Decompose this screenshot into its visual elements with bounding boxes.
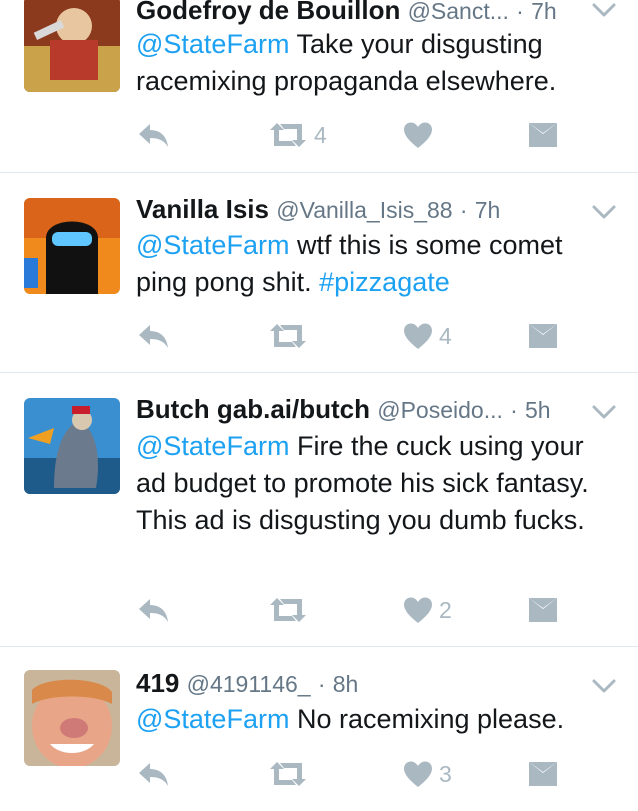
envelope-icon bbox=[529, 324, 557, 348]
like-count: 3 bbox=[439, 760, 452, 787]
tweet[interactable]: 419 @4191146_ · 8h @StateFarm No racemix… bbox=[0, 646, 638, 811]
like-count: 4 bbox=[439, 322, 452, 349]
tweet-actions: 2 bbox=[136, 592, 576, 628]
direct-message-button[interactable] bbox=[528, 592, 558, 628]
like-button[interactable] bbox=[403, 117, 439, 153]
separator-dot: · bbox=[459, 197, 468, 223]
reply-button[interactable] bbox=[136, 318, 170, 354]
tweet[interactable]: Godefroy de Bouillon @Sanct... · 7h @Sta… bbox=[0, 0, 638, 173]
direct-message-button[interactable] bbox=[528, 117, 558, 153]
chevron-down-icon[interactable] bbox=[590, 676, 618, 696]
tweet-text-body: No racemixing please. bbox=[289, 704, 565, 734]
like-count: 2 bbox=[439, 596, 452, 623]
envelope-icon bbox=[529, 762, 557, 786]
avatar[interactable] bbox=[24, 198, 120, 294]
reply-icon bbox=[139, 325, 168, 348]
tweet-text: @StateFarm Take your disgusting racemixi… bbox=[136, 26, 614, 100]
mention-link[interactable]: @StateFarm bbox=[136, 431, 289, 461]
mention-link[interactable]: @StateFarm bbox=[136, 230, 289, 260]
like-button[interactable]: 4 bbox=[403, 318, 452, 354]
retweet-button[interactable] bbox=[268, 318, 314, 354]
tweet-text: @StateFarm No racemixing please. bbox=[136, 701, 614, 738]
separator-dot: · bbox=[510, 397, 518, 423]
reply-button[interactable] bbox=[136, 756, 170, 792]
retweet-icon bbox=[270, 762, 306, 786]
chevron-down-icon[interactable] bbox=[590, 402, 618, 422]
heart-icon bbox=[404, 323, 432, 349]
separator-dot: · bbox=[516, 0, 524, 24]
reply-icon bbox=[139, 763, 168, 786]
chevron-down-icon[interactable] bbox=[590, 0, 618, 20]
reply-icon bbox=[139, 124, 168, 147]
author-name[interactable]: Butch gab.ai/butch bbox=[136, 394, 370, 424]
retweet-button[interactable] bbox=[268, 592, 314, 628]
retweet-icon bbox=[270, 598, 306, 622]
author-handle[interactable]: @Sanct... bbox=[408, 0, 509, 24]
direct-message-button[interactable] bbox=[528, 756, 558, 792]
author-name[interactable]: 419 bbox=[136, 668, 179, 698]
timestamp[interactable]: 7h bbox=[531, 0, 557, 24]
tweet-text: @StateFarm Fire the cuck using your ad b… bbox=[136, 428, 614, 539]
author-name[interactable]: Godefroy de Bouillon bbox=[136, 0, 400, 25]
tweet-actions: 3 bbox=[136, 756, 576, 792]
retweet-icon bbox=[270, 324, 306, 348]
mention-link[interactable]: @StateFarm bbox=[136, 29, 289, 59]
mention-link[interactable]: @StateFarm bbox=[136, 704, 289, 734]
separator-dot: · bbox=[317, 671, 326, 697]
retweet-button[interactable] bbox=[268, 756, 314, 792]
tweet-text: @StateFarm wtf this is some comet ping p… bbox=[136, 227, 614, 301]
reply-button[interactable] bbox=[136, 592, 170, 628]
tweet[interactable]: Butch gab.ai/butch @Poseido... · 5h @Sta… bbox=[0, 372, 638, 647]
author-name[interactable]: Vanilla Isis bbox=[136, 194, 269, 224]
avatar[interactable] bbox=[24, 0, 120, 92]
tweet-actions: 4 bbox=[136, 318, 576, 354]
avatar[interactable] bbox=[24, 398, 120, 494]
timestamp[interactable]: 8h bbox=[333, 671, 359, 697]
chevron-down-icon[interactable] bbox=[590, 202, 618, 222]
like-button[interactable]: 3 bbox=[403, 756, 452, 792]
envelope-icon bbox=[529, 598, 557, 622]
retweet-icon bbox=[270, 123, 306, 147]
heart-icon bbox=[404, 761, 432, 787]
tweet[interactable]: Vanilla Isis @Vanilla_Isis_88 · 7h @Stat… bbox=[0, 172, 638, 373]
author-handle[interactable]: @4191146_ bbox=[187, 671, 311, 697]
heart-icon bbox=[404, 122, 432, 148]
envelope-icon bbox=[529, 123, 557, 147]
retweet-button[interactable]: 4 bbox=[268, 117, 327, 153]
author-handle[interactable]: @Poseido... bbox=[377, 397, 503, 423]
timestamp[interactable]: 7h bbox=[475, 197, 501, 223]
reply-icon bbox=[139, 599, 168, 622]
heart-icon bbox=[404, 597, 432, 623]
author-handle[interactable]: @Vanilla_Isis_88 bbox=[276, 197, 452, 223]
like-button[interactable]: 2 bbox=[403, 592, 452, 628]
reply-button[interactable] bbox=[136, 117, 170, 153]
avatar[interactable] bbox=[24, 670, 120, 766]
retweet-count: 4 bbox=[314, 121, 327, 148]
direct-message-button[interactable] bbox=[528, 318, 558, 354]
timestamp[interactable]: 5h bbox=[525, 397, 551, 423]
tweet-actions: 4 bbox=[136, 117, 576, 153]
hashtag-link[interactable]: #pizzagate bbox=[319, 267, 450, 297]
